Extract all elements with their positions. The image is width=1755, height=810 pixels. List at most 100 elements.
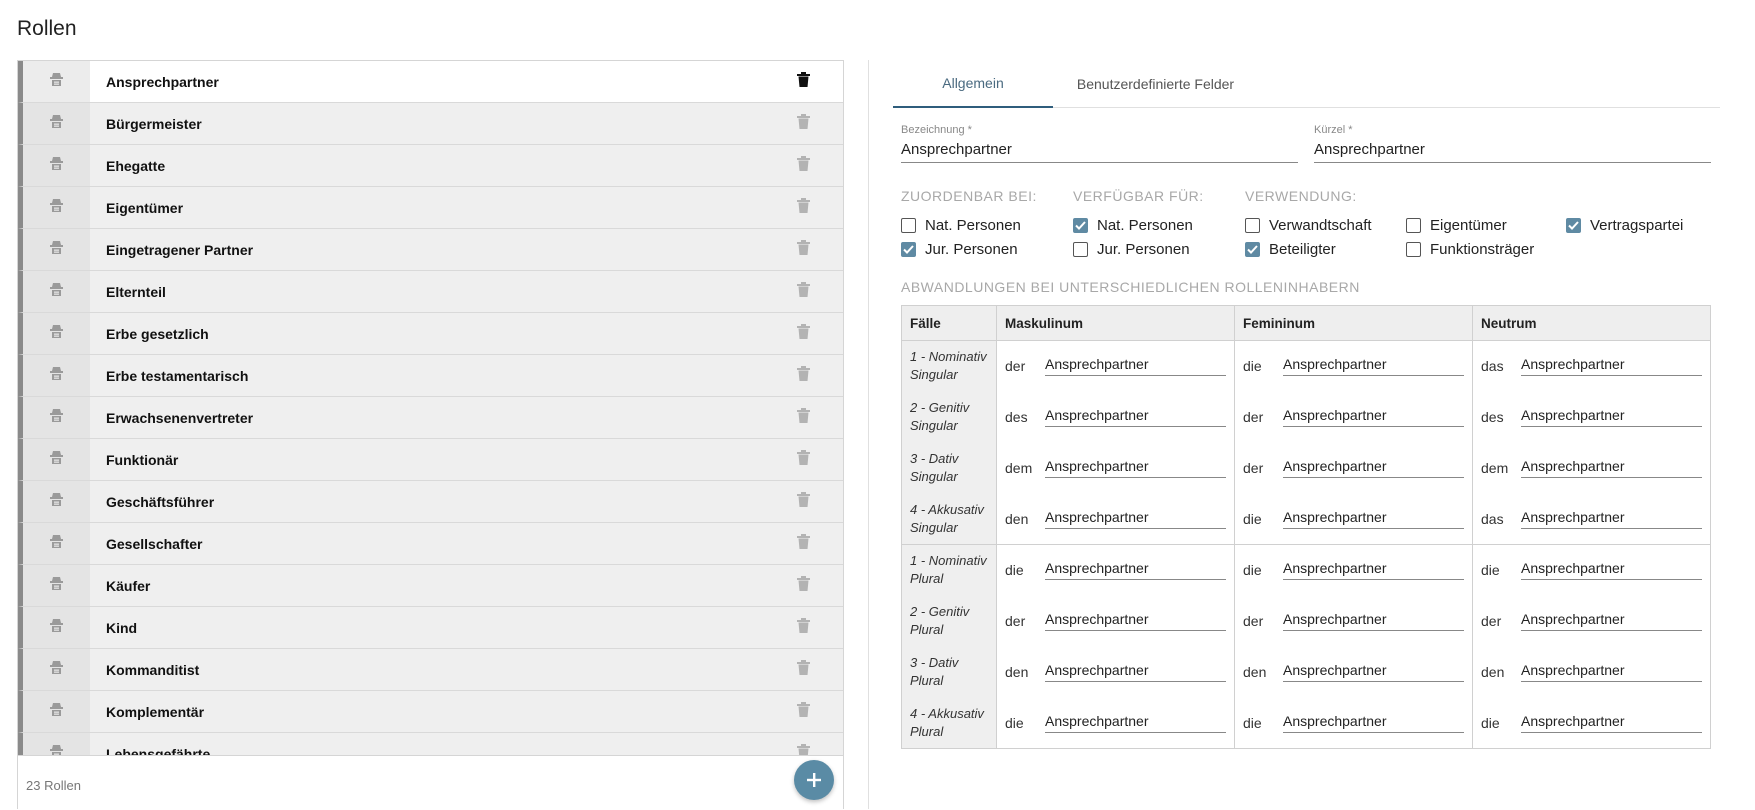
feminine-article: die: [1243, 562, 1262, 579]
neuter-input[interactable]: [1521, 407, 1702, 427]
checkbox-available-jur[interactable]: Jur. Personen: [1073, 241, 1190, 258]
delete-role-button[interactable]: [763, 607, 843, 648]
role-row[interactable]: Erbe gesetzlich: [18, 313, 843, 355]
delete-role-button[interactable]: [763, 355, 843, 396]
delete-role-button[interactable]: [763, 733, 843, 755]
checkbox-usage-owner[interactable]: Eigentümer: [1406, 217, 1507, 234]
delete-role-button[interactable]: [763, 313, 843, 354]
neuter-input[interactable]: [1521, 611, 1702, 631]
neuter-article: dem: [1481, 460, 1509, 476]
role-label: Eigentümer: [106, 199, 184, 216]
feminine-input[interactable]: [1283, 407, 1464, 427]
masculine-article: des: [1005, 409, 1028, 425]
feminine-input[interactable]: [1283, 356, 1464, 377]
role-label: Funktionär: [106, 451, 179, 468]
role-row[interactable]: Komplementär: [18, 691, 843, 733]
name-input[interactable]: [901, 141, 1298, 163]
checkbox-assign-jur[interactable]: Jur. Personen: [901, 241, 1018, 258]
role-row[interactable]: Erbe testamentarisch: [18, 355, 843, 397]
role-label: Eingetragener Partner: [106, 241, 254, 258]
trash-icon: [796, 743, 810, 755]
masculine-article: die: [1005, 714, 1024, 731]
delete-role-button[interactable]: [763, 229, 843, 270]
neuter-input[interactable]: [1521, 356, 1702, 377]
neuter-input[interactable]: [1521, 712, 1702, 733]
role-row[interactable]: Ehegatte: [18, 145, 843, 187]
checkbox-usage-kinship[interactable]: Verwandtschaft: [1245, 217, 1372, 234]
role-icon: [49, 408, 64, 428]
masculine-article: der: [1005, 358, 1026, 375]
delete-role-button[interactable]: [763, 271, 843, 312]
role-row[interactable]: Funktionär: [18, 439, 843, 481]
delete-role-button[interactable]: [763, 691, 843, 732]
delete-role-button[interactable]: [763, 523, 843, 564]
roles-list[interactable]: Ansprechpartner Bürgermeister Ehegatte Eige…: [18, 61, 843, 755]
masculine-input[interactable]: [1045, 356, 1226, 377]
role-icon: [49, 114, 64, 134]
checkbox-usage-functionary[interactable]: Funktionsträger: [1406, 241, 1534, 258]
feminine-input[interactable]: [1283, 458, 1464, 478]
role-row[interactable]: Eingetragener Partner: [18, 229, 843, 271]
neuter-input[interactable]: [1521, 662, 1702, 682]
neuter-input[interactable]: [1521, 560, 1702, 581]
neuter-input[interactable]: [1521, 508, 1702, 529]
neuter-article: die: [1481, 714, 1500, 731]
checkbox-usage-involved[interactable]: Beteiligter: [1245, 241, 1336, 258]
trash-icon: [796, 155, 810, 176]
role-icon: [49, 198, 64, 218]
role-row[interactable]: Kind: [18, 607, 843, 649]
role-row[interactable]: Lebensgefährte: [18, 733, 843, 755]
feminine-input[interactable]: [1283, 560, 1464, 581]
masculine-input[interactable]: [1045, 560, 1226, 581]
masculine-input[interactable]: [1045, 611, 1226, 631]
delete-role-button[interactable]: [763, 397, 843, 438]
delete-role-button[interactable]: [763, 439, 843, 480]
delete-role-button[interactable]: [763, 481, 843, 522]
masculine-input[interactable]: [1045, 407, 1226, 427]
checkbox-label: Vertragspartei: [1590, 217, 1684, 234]
role-label: Bürgermeister: [106, 115, 202, 132]
checkbox-usage-party[interactable]: Vertragspartei: [1566, 217, 1683, 234]
checkbox-checked-icon: [1073, 218, 1088, 233]
feminine-input[interactable]: [1283, 611, 1464, 631]
role-row[interactable]: Eigentümer: [18, 187, 843, 229]
masculine-input[interactable]: [1045, 508, 1226, 529]
checkbox-assign-nat[interactable]: Nat. Personen: [901, 217, 1021, 234]
role-row[interactable]: Ansprechpartner: [18, 61, 843, 103]
role-row[interactable]: Gesellschafter: [18, 523, 843, 565]
masculine-input[interactable]: [1045, 458, 1226, 478]
role-label: Erwachsenenvertreter: [106, 409, 254, 426]
delete-role-button[interactable]: [763, 145, 843, 186]
role-row[interactable]: Käufer: [18, 565, 843, 607]
tab-custom-fields[interactable]: Benutzerdefinierte Felder: [1053, 60, 1258, 108]
checkbox-label: Eigentümer: [1430, 217, 1507, 234]
delete-role-button[interactable]: [763, 565, 843, 606]
neuter-article: das: [1481, 510, 1504, 527]
trash-icon: [796, 113, 810, 134]
masculine-input[interactable]: [1045, 712, 1226, 733]
neuter-input[interactable]: [1521, 458, 1702, 478]
role-row[interactable]: Bürgermeister: [18, 103, 843, 145]
tab-general[interactable]: Allgemein: [893, 60, 1053, 108]
delete-role-button[interactable]: [763, 649, 843, 690]
role-row[interactable]: Geschäftsführer: [18, 481, 843, 523]
role-icon: [49, 618, 64, 638]
declension-table: Fälle Maskulinum Femininum Neutrum 1 - N…: [901, 305, 1711, 749]
masculine-input[interactable]: [1045, 662, 1226, 682]
neuter-article: das: [1481, 358, 1504, 375]
delete-role-button[interactable]: [763, 187, 843, 228]
feminine-input[interactable]: [1283, 712, 1464, 733]
checkbox-unchecked-icon: [1406, 218, 1421, 233]
case-label: 1 - Nominativ Plural: [901, 544, 997, 596]
delete-role-button[interactable]: [763, 103, 843, 144]
feminine-input[interactable]: [1283, 508, 1464, 529]
delete-role-button[interactable]: [763, 61, 843, 102]
checkbox-available-nat[interactable]: Nat. Personen: [1073, 217, 1193, 234]
role-row[interactable]: Elternteil: [18, 271, 843, 313]
role-row[interactable]: Kommanditist: [18, 649, 843, 691]
add-role-button[interactable]: [794, 760, 834, 800]
feminine-input[interactable]: [1283, 662, 1464, 682]
role-row[interactable]: Erwachsenenvertreter: [18, 397, 843, 439]
role-icon: [49, 324, 64, 344]
short-input[interactable]: [1314, 141, 1711, 163]
